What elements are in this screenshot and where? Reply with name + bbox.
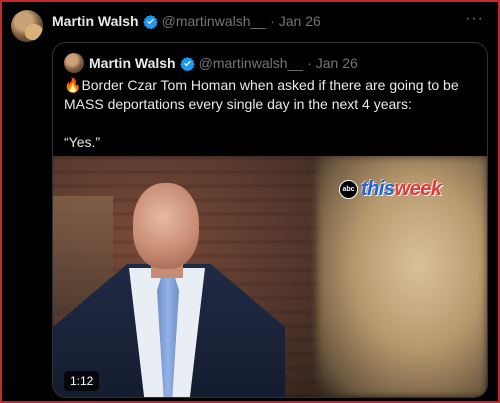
quoted-author-name: Martin Walsh (89, 55, 176, 71)
quoted-tweet-date: Jan 26 (315, 55, 358, 71)
separator-dot: · (270, 13, 275, 29)
quoted-text-quote: “Yes.” (64, 134, 101, 150)
author-name[interactable]: Martin Walsh (52, 12, 139, 30)
video-man-head (133, 183, 199, 269)
verified-badge-icon (142, 14, 158, 29)
tweet-header: Martin Walsh @martinwalsh__ · Jan 26 (52, 12, 321, 30)
quoted-tweet[interactable]: Martin Walsh @martinwalsh__ · Jan 26 🔥Bo… (52, 42, 488, 398)
separator-dot: · (307, 55, 312, 71)
quoted-author-handle: @martinwalsh__ (198, 55, 304, 71)
avatar-dog-image (25, 24, 43, 40)
this-week-wordmark: thisweek (361, 178, 442, 200)
abc-logo-icon: abc (339, 180, 358, 199)
screenshot-frame: Martin Walsh @martinwalsh__ · Jan 26 ···… (0, 0, 500, 403)
avatar[interactable] (11, 10, 43, 42)
quoted-tweet-header: Martin Walsh @martinwalsh__ · Jan 26 (89, 54, 358, 72)
video-duration-badge: 1:12 (64, 371, 100, 391)
quoted-tweet-text: 🔥Border Czar Tom Homan when asked if the… (64, 76, 478, 152)
abc-this-week-logo: abc thisweek (339, 178, 442, 201)
quoted-avatar (64, 53, 84, 73)
fire-emoji-icon: 🔥 (64, 77, 82, 93)
author-handle[interactable]: @martinwalsh__ (162, 12, 266, 30)
more-options-icon[interactable]: ··· (465, 10, 484, 28)
video-player[interactable]: abc thisweek 1:12 (53, 156, 487, 397)
tweet[interactable]: Martin Walsh @martinwalsh__ · Jan 26 ···… (2, 2, 498, 401)
quoted-text-line: Border Czar Tom Homan when asked if ther… (64, 77, 459, 112)
tweet-date[interactable]: Jan 26 (279, 12, 321, 30)
verified-badge-icon (179, 56, 195, 71)
